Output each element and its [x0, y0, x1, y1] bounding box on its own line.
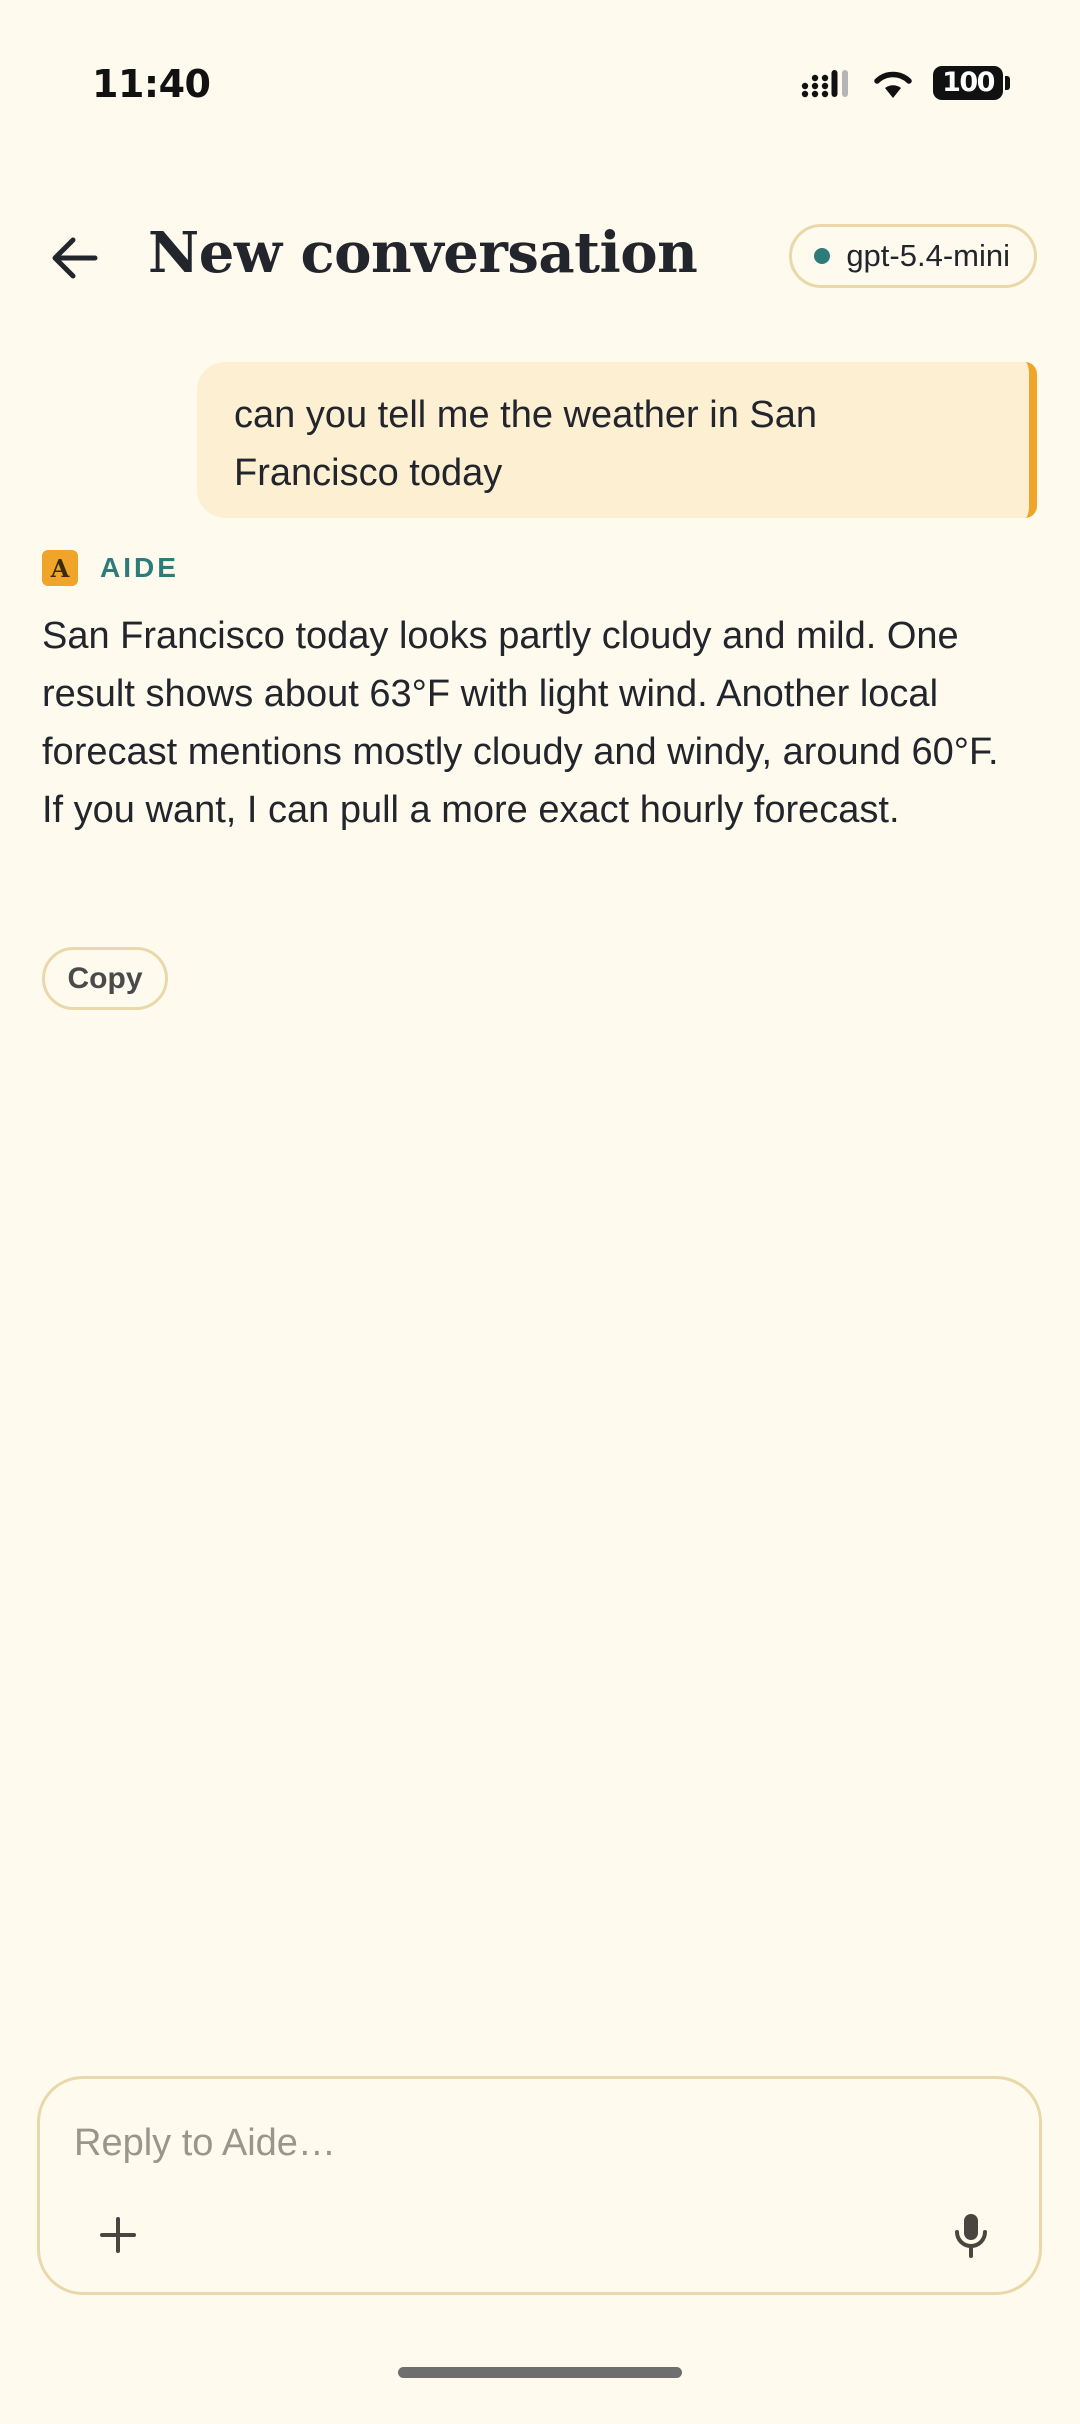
- assistant-paragraph: If you want, I can pull a more exact hou…: [42, 789, 900, 831]
- status-time: 11:40: [92, 62, 211, 106]
- model-selector[interactable]: gpt-5.4-mini: [789, 224, 1037, 288]
- chat-screen: 11:40 100 New conversation gpt-5.4-mini …: [0, 0, 1080, 2424]
- microphone-button[interactable]: [941, 2205, 1001, 2265]
- assistant-message: San Francisco today looks partly cloudy …: [42, 607, 1042, 839]
- plus-icon: [100, 2217, 136, 2253]
- add-attachment-button[interactable]: [88, 2205, 148, 2265]
- signal-icon: [801, 70, 848, 98]
- battery-icon: 100: [933, 66, 1010, 100]
- assistant-name: AIDE: [100, 552, 179, 583]
- composer: [37, 2076, 1042, 2295]
- page-title: New conversation: [148, 220, 698, 286]
- status-icons: 100: [801, 66, 1010, 100]
- aide-avatar: A: [42, 550, 78, 586]
- arrow-left-icon: [52, 237, 98, 279]
- back-button[interactable]: [38, 222, 110, 294]
- copy-button[interactable]: Copy: [42, 947, 168, 1010]
- battery-level: 100: [933, 66, 1003, 100]
- user-message: can you tell me the weather in San Franc…: [197, 362, 1037, 518]
- assistant-paragraph: San Francisco today looks partly cloudy …: [42, 615, 999, 773]
- home-indicator[interactable]: [398, 2367, 682, 2378]
- reply-input[interactable]: [74, 2113, 974, 2173]
- microphone-icon: [955, 2214, 987, 2258]
- model-status-dot: [814, 248, 831, 264]
- wifi-icon: [874, 71, 912, 98]
- model-label: gpt-5.4-mini: [846, 238, 1010, 273]
